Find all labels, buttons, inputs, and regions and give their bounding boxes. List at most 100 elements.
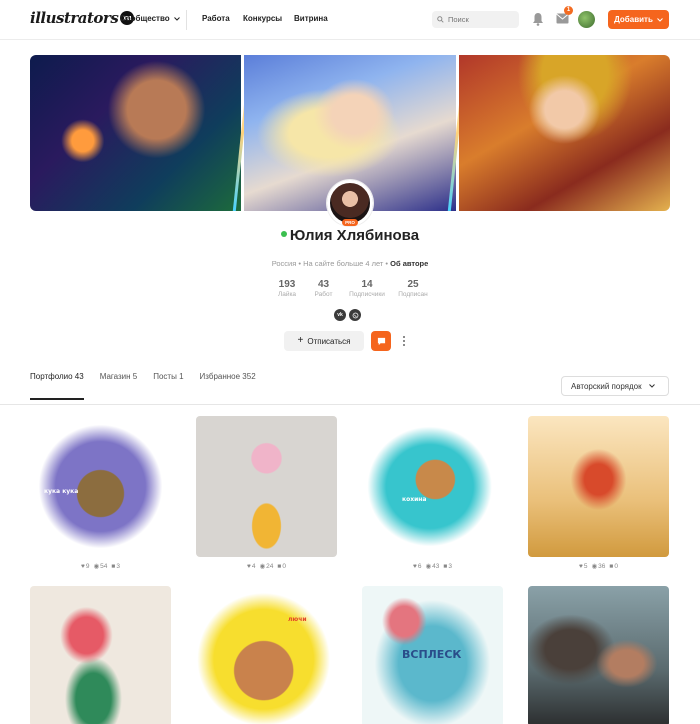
comments-count: ■ 3 (111, 563, 120, 570)
about-author-link[interactable]: Об авторе (390, 259, 428, 268)
eye-icon: ◉ (591, 563, 598, 570)
views-count: ◉ 54 (93, 562, 108, 571)
views-value: 36 (598, 562, 606, 570)
heart-icon: ♥ (579, 562, 583, 570)
comments-value: 3 (448, 562, 452, 570)
stat-followers[interactable]: 14 Подписчики (345, 279, 389, 298)
nav-work[interactable]: Работа (202, 14, 230, 23)
comment-icon: ■ (277, 562, 282, 570)
work-caption: кука кука (44, 488, 79, 495)
likes-count: ♥ 4 (247, 563, 255, 570)
views-value: 54 (100, 562, 108, 570)
chevron-down-icon (173, 16, 180, 21)
eye-icon: ◉ (425, 563, 432, 570)
heart-icon: ♥ (81, 562, 85, 570)
add-button-label: Добавить (614, 15, 653, 24)
work-card[interactable]: ♥ 4 ◉ 24 ■ 0 (196, 416, 337, 570)
work-card[interactable]: ♥ 5 ◉ 36 ■ 0 (528, 416, 669, 570)
tab-posts[interactable]: Посты 1 (153, 372, 183, 400)
views-count: ◉ 24 (260, 562, 274, 571)
mail-badge: 1 (564, 6, 573, 15)
tab-shop[interactable]: Магазин 5 (100, 372, 138, 400)
likes-count: ♥ 5 (579, 563, 587, 570)
whatsapp-icon[interactable] (349, 309, 361, 321)
nav-showcase[interactable]: Витрина (294, 14, 328, 23)
work-thumbnail[interactable]: кука кука (30, 416, 171, 557)
likes-value: 9 (85, 562, 90, 570)
profile-tabs: Портфолио 43 Магазин 5 Посты 1 Избранное… (30, 372, 272, 400)
comments-count: ■ 0 (609, 563, 618, 570)
search-icon (437, 16, 444, 23)
views-count: ◉ 43 (425, 562, 440, 571)
eye-icon: ◉ (93, 563, 100, 570)
stat-label: Подписан (398, 291, 428, 298)
work-thumbnail[interactable]: ВСПЛЕСК (362, 586, 503, 724)
work-stats: ♥ 6 ◉ 43 ■ 3 (362, 562, 503, 571)
work-thumbnail[interactable]: лючи (196, 586, 337, 724)
stat-value: 14 (361, 279, 373, 290)
user-avatar[interactable] (578, 11, 595, 28)
sort-selected: Авторский порядок (571, 381, 642, 391)
message-button[interactable] (371, 331, 391, 351)
unsubscribe-label: Отписаться (307, 336, 351, 346)
stat-following[interactable]: 25 Подписан (393, 279, 433, 298)
work-thumbnail[interactable]: кохина (362, 416, 503, 557)
profile-stats: 193 Лайка 43 Работ 14 Подписчики 25 Подписан (276, 279, 433, 298)
likes-count: ♥ 9 (81, 563, 89, 570)
cover-artwork-1 (30, 55, 242, 211)
plus-icon: + (297, 335, 304, 346)
work-stats: ♥ 5 ◉ 36 ■ 0 (528, 562, 669, 571)
chat-icon (377, 337, 385, 345)
views-count: ◉ 36 (591, 562, 606, 571)
work-card[interactable]: кохина ♥ 6 ◉ 43 ■ 3 (362, 416, 503, 570)
work-caption: лючи (288, 616, 307, 623)
search-box[interactable] (432, 11, 519, 28)
more-options-button[interactable] (399, 333, 409, 349)
stat-likes[interactable]: 193 Лайка (276, 279, 298, 298)
add-button[interactable]: Добавить (608, 10, 669, 29)
comments-count: ■ 0 (277, 563, 286, 570)
tab-favorites[interactable]: Избранное 352 (200, 372, 256, 400)
heart-icon: ♥ (413, 562, 417, 570)
work-thumbnail[interactable] (528, 416, 669, 557)
nav-contests[interactable]: Конкурсы (243, 14, 282, 23)
work-caption: кохина (402, 496, 427, 503)
social-links: vk (334, 309, 361, 321)
work-card[interactable] (528, 586, 669, 724)
logo-text: illustrators (30, 9, 119, 27)
stat-label: Лайка (277, 291, 297, 298)
work-card[interactable]: кука кука ♥ 9 ◉ 54 ■ 3 (30, 416, 171, 570)
stat-value: 25 (407, 279, 419, 290)
work-card[interactable]: ВСПЛЕСК (362, 586, 503, 724)
tabs-divider (0, 404, 700, 405)
pro-badge: PRO (342, 219, 358, 226)
comment-icon: ■ (111, 562, 116, 570)
sort-dropdown[interactable]: Авторский порядок (561, 376, 669, 396)
stat-value: 43 (317, 279, 330, 290)
unsubscribe-button[interactable]: + Отписаться (284, 331, 364, 351)
tab-portfolio[interactable]: Портфолио 43 (30, 372, 84, 400)
stat-label: Работ (314, 291, 333, 298)
comments-value: 0 (282, 562, 286, 570)
work-card[interactable]: лючи (196, 586, 337, 724)
work-thumbnail[interactable] (528, 586, 669, 724)
nav-community[interactable]: Сообщество (120, 14, 180, 23)
stat-works[interactable]: 43 Работ (306, 279, 341, 298)
vk-icon[interactable]: vk (334, 309, 346, 321)
bell-icon[interactable] (532, 12, 544, 26)
profile-country: Россия (271, 259, 297, 268)
views-value: 43 (432, 562, 440, 570)
chevron-down-icon (657, 17, 663, 22)
work-thumbnail[interactable] (30, 586, 171, 724)
comments-value: 3 (116, 562, 120, 570)
online-status-icon (280, 231, 287, 238)
heart-icon: ♥ (247, 562, 251, 570)
search-input[interactable] (448, 15, 514, 24)
profile-meta: Россия • На сайте больше 4 лет • Об авто… (0, 259, 700, 268)
work-thumbnail[interactable] (196, 416, 337, 557)
work-card[interactable] (30, 586, 171, 724)
comments-value: 0 (614, 562, 618, 570)
top-header: illustrators ru Сообщество Работа Конкур… (0, 0, 700, 40)
comment-icon: ■ (609, 562, 614, 570)
site-logo[interactable]: illustrators ru (30, 9, 135, 27)
